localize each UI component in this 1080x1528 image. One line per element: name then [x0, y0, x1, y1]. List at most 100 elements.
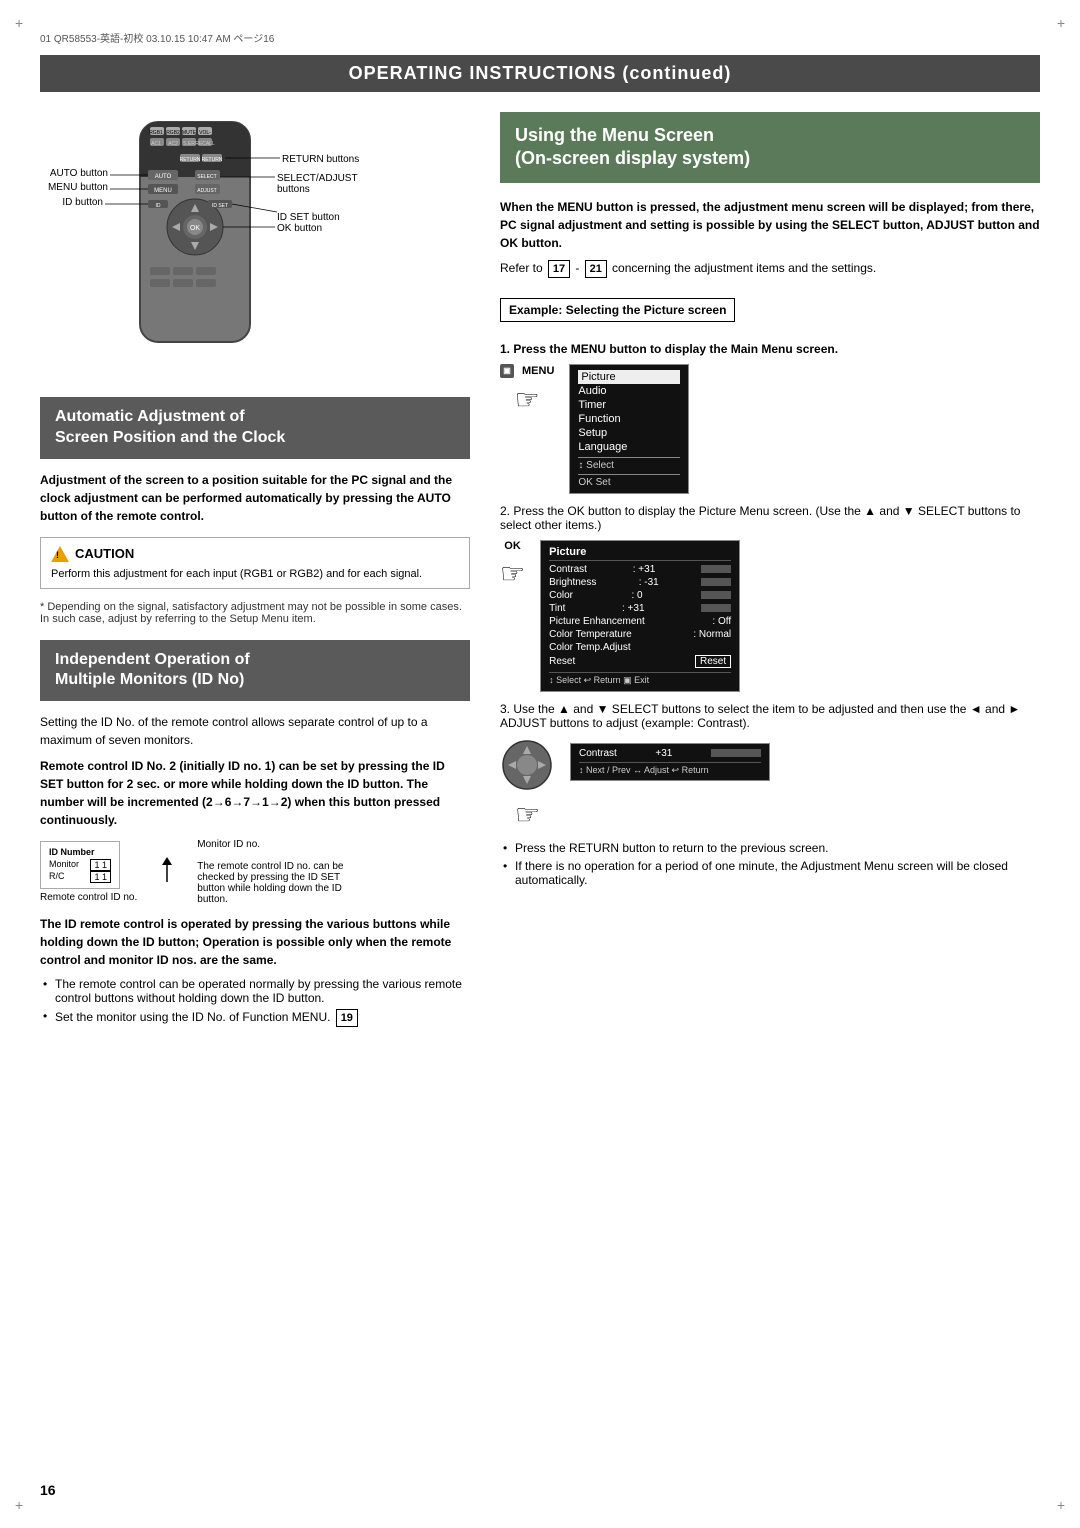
pm-row-colortemp: Color Temperature : Normal — [549, 628, 731, 641]
page-container: 01 QR58553-英語-初校 03.10.15 10:47 AM ページ16… — [0, 0, 1080, 1528]
id-bullet2: Set the monitor using the ID No. of Func… — [40, 1009, 470, 1027]
pm-row-color: Color : 0 — [549, 589, 731, 602]
menu-item-picture: Picture — [578, 370, 680, 384]
svg-text:RETURN: RETURN — [180, 157, 201, 163]
return-note: Press the RETURN button to return to the… — [500, 841, 1040, 855]
id-box-row1: Monitor 1 1 — [49, 859, 111, 871]
svg-text:AUTO button: AUTO button — [50, 168, 108, 179]
step2-label: 2. Press the OK button to display the Pi… — [500, 504, 1040, 532]
svg-text:MENU button: MENU button — [48, 182, 108, 193]
remote-id-label: Remote control ID no. — [40, 892, 137, 903]
remote-diagram-area: RGB1 RGB2 MUTE VOL- AC1 AC2 S.ER RECALL — [40, 112, 380, 392]
id-section: Independent Operation of Multiple Monito… — [40, 640, 470, 1028]
svg-text:MENU: MENU — [154, 188, 172, 194]
picture-menu-screen: Picture Contrast : +31 Brightness : -31 … — [540, 540, 740, 692]
corner-mark-tr: + — [1057, 15, 1065, 31]
svg-text:OK button: OK button — [277, 223, 322, 234]
id-number-diagram: ID Number Monitor 1 1 R/C 1 1 Remote con… — [40, 839, 470, 905]
hand-icon-3: ☞ — [515, 798, 540, 831]
svg-text:ADJUST: ADJUST — [197, 188, 216, 194]
svg-text:MUTE: MUTE — [182, 130, 197, 136]
id-note: Monitor ID no. The remote control ID no.… — [197, 839, 357, 905]
svg-text:RETURN: RETURN — [202, 157, 223, 163]
left-column: RGB1 RGB2 MUTE VOL- AC1 AC2 S.ER RECALL — [40, 112, 470, 1031]
svg-text:SELECT: SELECT — [197, 174, 216, 180]
pm-row-reset: Reset Reset — [549, 654, 731, 669]
auto-section-header: Automatic Adjustment of Screen Position … — [40, 397, 470, 459]
svg-text:ID SET: ID SET — [212, 203, 228, 209]
corner-mark-tl: + — [15, 15, 23, 31]
hand-icon-1: ☞ — [515, 383, 540, 416]
pm-colortemp-val: : Normal — [693, 629, 731, 640]
pm-contrast-val: : +31 — [633, 564, 656, 575]
step2-group: OK ☞ Picture Contrast : +31 Brightness :… — [500, 540, 1040, 692]
contrast-bar-screen: Contrast +31 ↕ Next / Prev ↔ Adjust ↩ Re… — [570, 743, 770, 781]
contrast-value: +31 — [655, 748, 672, 759]
caution-box: CAUTION Perform this adjustment for each… — [40, 537, 470, 589]
auto-note: * Depending on the signal, satisfactory … — [40, 601, 470, 625]
id-footer: The ID remote control is operated by pre… — [40, 915, 470, 969]
corner-mark-br: + — [1057, 1497, 1065, 1513]
pm-enhancement-label: Picture Enhancement — [549, 616, 645, 627]
id-bullet1: The remote control can be operated norma… — [40, 977, 470, 1005]
caution-text: Perform this adjustment for each input (… — [51, 568, 459, 580]
id-arrows — [152, 857, 182, 887]
pm-reset-label: Reset — [549, 656, 575, 667]
pm-color-bar — [701, 591, 731, 599]
ref-num2: 21 — [585, 260, 607, 278]
id-monitor-value: 1 1 — [90, 859, 111, 871]
metadata-line: 01 QR58553-英語-初校 03.10.15 10:47 AM ページ16 — [40, 30, 1040, 45]
main-menu-screen: Picture Audio Timer Function Setup Langu… — [569, 364, 689, 494]
menu-item-setup: Setup — [578, 426, 680, 440]
pm-brightness-val: : -31 — [639, 577, 659, 588]
pm-contrast-bar — [701, 565, 731, 573]
menu-item-language: Language — [578, 440, 680, 454]
svg-text:RETURN buttons: RETURN buttons — [282, 154, 359, 165]
svg-text:ID button: ID button — [62, 197, 103, 208]
pm-bottom-nav: ↕ Select ↩ Return ▣ Exit — [549, 672, 731, 686]
pm-contrast-label: Contrast — [549, 564, 587, 575]
step2-icons: OK ☞ — [500, 540, 525, 590]
step1-label: 1. Press the MENU button to display the … — [500, 342, 1040, 356]
caution-icon — [51, 546, 69, 562]
right-column: Using the Menu Screen (On-screen display… — [500, 112, 1040, 1031]
svg-text:VOL-: VOL- — [199, 130, 211, 136]
remote-control-svg: RGB1 RGB2 MUTE VOL- AC1 AC2 S.ER RECALL — [40, 112, 380, 392]
pm-brightness-bar — [701, 578, 731, 586]
ref-num1: 17 — [548, 260, 570, 278]
pm-row-contrast: Contrast : +31 — [549, 563, 731, 576]
refer-text: Refer to 17 - 21 concerning the adjustme… — [500, 260, 1040, 278]
example-box: Example: Selecting the Picture screen — [500, 298, 735, 322]
pm-color-val: : 0 — [632, 590, 643, 601]
menu-item-function: Function — [578, 412, 680, 426]
id-box-row2: R/C 1 1 — [49, 871, 111, 883]
pm-row-enhancement: Picture Enhancement : Off — [549, 615, 731, 628]
page-header: OPERATING INSTRUCTIONS (continued) — [40, 55, 1040, 92]
pm-brightness-label: Brightness — [549, 577, 596, 588]
pm-tint-bar — [701, 604, 731, 612]
id-rc-label: R/C — [49, 871, 65, 883]
id-rc-value: 1 1 — [90, 871, 111, 883]
id-arrow-svg — [152, 857, 182, 887]
ok-label: OK — [504, 540, 521, 552]
corner-mark-bl: + — [15, 1497, 23, 1513]
svg-text:OK: OK — [190, 225, 200, 232]
pm-colortemp-label: Color Temperature — [549, 629, 632, 640]
id-number-box: ID Number Monitor 1 1 R/C 1 1 — [40, 841, 120, 889]
pm-reset-btn: Reset — [695, 655, 731, 668]
menu-icon: ▣ — [500, 364, 514, 378]
auto-close-note: If there is no operation for a period of… — [500, 859, 1040, 887]
main-content: RGB1 RGB2 MUTE VOL- AC1 AC2 S.ER RECALL — [40, 112, 1040, 1031]
contrast-label: Contrast — [579, 748, 617, 759]
menu-bottom: ↕ Select — [578, 457, 680, 471]
svg-text:RGB2: RGB2 — [166, 130, 180, 136]
id-section-header: Independent Operation of Multiple Monito… — [40, 640, 470, 702]
contrast-row: Contrast +31 — [579, 748, 761, 759]
right-intro: When the MENU button is pressed, the adj… — [500, 198, 1040, 252]
refer-text2: concerning the adjustment items and the … — [612, 261, 876, 275]
pm-enhancement-val: : Off — [712, 616, 731, 627]
step3-label: 3. Use the ▲ and ▼ SELECT buttons to sel… — [500, 702, 1040, 730]
svg-text:ID SET button: ID SET button — [277, 212, 340, 223]
step3-group: ☞ Contrast +31 ↕ Next / Prev ↔ Adjust ↩ … — [500, 738, 1040, 831]
pm-row-tint: Tint : +31 — [549, 602, 731, 615]
